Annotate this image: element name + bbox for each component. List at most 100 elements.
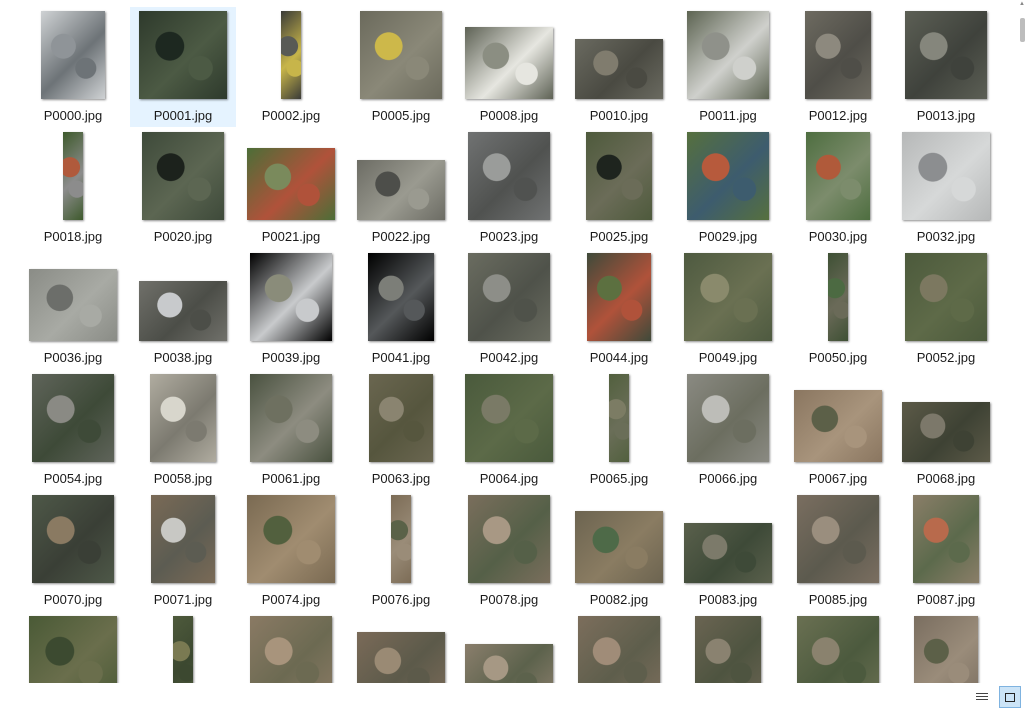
file-name-label: P0065.jpg (589, 471, 649, 486)
image-thumbnail (250, 374, 332, 462)
file-item[interactable] (566, 612, 672, 683)
file-item[interactable]: P0070.jpg (20, 491, 126, 611)
file-name-label: P0071.jpg (153, 592, 213, 607)
file-name-label: P0022.jpg (371, 229, 431, 244)
file-item[interactable] (456, 612, 562, 683)
vertical-scrollbar[interactable]: ▲ (1017, 0, 1027, 683)
image-thumbnail (797, 616, 879, 683)
image-thumbnail (173, 616, 193, 683)
file-item[interactable]: P0054.jpg (20, 370, 126, 490)
file-name-label: P0066.jpg (698, 471, 758, 486)
thumbnail-grid: P0000.jpg P0001.jpg P0002.jpg P0005.jpg P000… (0, 0, 1017, 683)
image-thumbnail (684, 253, 772, 341)
large-icons-view-button[interactable] (999, 686, 1021, 708)
file-item[interactable]: P0058.jpg (130, 370, 236, 490)
file-item[interactable] (675, 612, 781, 683)
file-item[interactable]: P0018.jpg (20, 128, 126, 248)
image-thumbnail (687, 374, 769, 462)
image-thumbnail (357, 632, 445, 683)
file-item[interactable]: P0020.jpg (130, 128, 236, 248)
file-item[interactable]: P0064.jpg (456, 370, 562, 490)
file-item[interactable]: P0076.jpg (348, 491, 454, 611)
file-item[interactable] (785, 612, 891, 683)
file-item[interactable]: P0010.jpg (566, 7, 672, 127)
file-item[interactable]: P0065.jpg (566, 370, 672, 490)
image-thumbnail (465, 27, 553, 99)
file-item[interactable]: P0039.jpg (238, 249, 344, 369)
file-item[interactable]: P0030.jpg (785, 128, 891, 248)
file-name-label: P0002.jpg (261, 108, 321, 123)
image-thumbnail (684, 523, 772, 583)
image-thumbnail (687, 11, 769, 99)
file-name-label: P0078.jpg (479, 592, 539, 607)
image-thumbnail (139, 11, 227, 99)
file-item[interactable]: P0005.jpg (348, 7, 454, 127)
file-item[interactable]: P0042.jpg (456, 249, 562, 369)
file-name-label: P0011.jpg (699, 108, 757, 123)
file-item[interactable] (238, 612, 344, 683)
file-item[interactable]: P0049.jpg (675, 249, 781, 369)
file-name-label: P0020.jpg (153, 229, 213, 244)
file-item[interactable]: P0071.jpg (130, 491, 236, 611)
file-item[interactable]: P0008.jpg (456, 7, 562, 127)
file-item[interactable] (130, 612, 236, 683)
file-name-label: P0036.jpg (43, 350, 103, 365)
file-item[interactable]: P0029.jpg (675, 128, 781, 248)
file-item[interactable] (20, 612, 126, 683)
scrollbar-thumb[interactable] (1020, 18, 1025, 42)
image-thumbnail (575, 511, 663, 583)
image-thumbnail (797, 495, 879, 583)
file-item[interactable]: P0083.jpg (675, 491, 781, 611)
file-item[interactable]: P0078.jpg (456, 491, 562, 611)
file-item[interactable]: P0001.jpg (130, 7, 236, 127)
image-thumbnail (29, 616, 117, 683)
file-name-label: P0085.jpg (808, 592, 868, 607)
file-item[interactable]: P0022.jpg (348, 128, 454, 248)
file-name-label: P0052.jpg (916, 350, 976, 365)
file-name-label: P0021.jpg (261, 229, 321, 244)
file-name-label: P0087.jpg (916, 592, 976, 607)
file-item[interactable]: P0068.jpg (893, 370, 999, 490)
image-thumbnail (687, 132, 769, 220)
file-item[interactable]: P0012.jpg (785, 7, 891, 127)
file-item[interactable]: P0074.jpg (238, 491, 344, 611)
image-thumbnail (914, 616, 978, 683)
file-item[interactable]: P0085.jpg (785, 491, 891, 611)
file-item[interactable]: P0011.jpg (675, 7, 781, 127)
scroll-up-arrow-icon[interactable]: ▲ (1019, 1, 1025, 7)
file-item[interactable]: P0050.jpg (785, 249, 891, 369)
file-item[interactable]: P0023.jpg (456, 128, 562, 248)
file-name-label: P0013.jpg (916, 108, 976, 123)
file-item[interactable]: P0082.jpg (566, 491, 672, 611)
status-bar (0, 683, 1027, 710)
file-item[interactable]: P0013.jpg (893, 7, 999, 127)
file-item[interactable]: P0066.jpg (675, 370, 781, 490)
file-name-label: P0054.jpg (43, 471, 103, 486)
details-view-button[interactable] (971, 686, 993, 708)
file-name-label: P0041.jpg (371, 350, 431, 365)
image-thumbnail (695, 616, 761, 683)
file-item[interactable]: P0036.jpg (20, 249, 126, 369)
file-name-label: P0025.jpg (589, 229, 649, 244)
file-item[interactable]: P0000.jpg (20, 7, 126, 127)
image-thumbnail (905, 253, 987, 341)
large-icons-view-icon (1005, 692, 1015, 702)
file-name-label: P0070.jpg (43, 592, 103, 607)
file-item[interactable]: P0025.jpg (566, 128, 672, 248)
file-item[interactable]: P0063.jpg (348, 370, 454, 490)
image-thumbnail (468, 495, 550, 583)
file-item[interactable]: P0038.jpg (130, 249, 236, 369)
file-item[interactable]: P0087.jpg (893, 491, 999, 611)
file-name-label: P0038.jpg (153, 350, 213, 365)
file-item[interactable]: P0041.jpg (348, 249, 454, 369)
file-item[interactable] (348, 612, 454, 683)
file-item[interactable] (893, 612, 999, 683)
file-item[interactable]: P0067.jpg (785, 370, 891, 490)
file-item[interactable]: P0061.jpg (238, 370, 344, 490)
file-item[interactable]: P0044.jpg (566, 249, 672, 369)
file-item[interactable]: P0052.jpg (893, 249, 999, 369)
image-thumbnail (139, 281, 227, 341)
file-item[interactable]: P0032.jpg (893, 128, 999, 248)
file-item[interactable]: P0021.jpg (238, 128, 344, 248)
file-item[interactable]: P0002.jpg (238, 7, 344, 127)
